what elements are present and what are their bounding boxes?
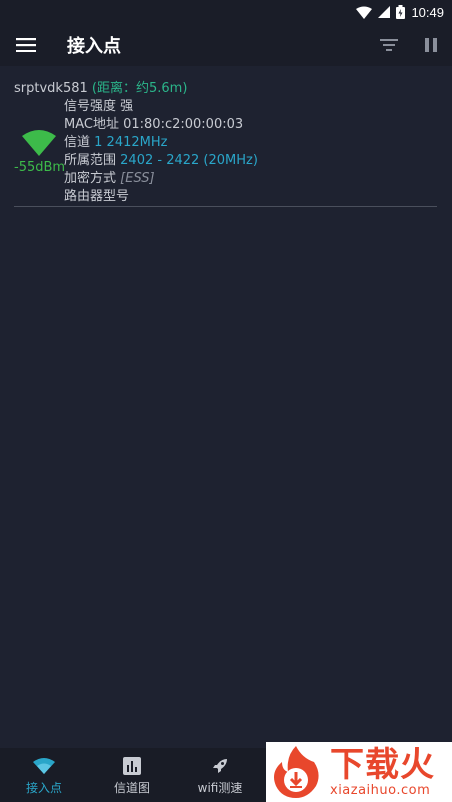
bar-chart-icon: [123, 756, 141, 775]
channel-value: 1 2412MHz: [94, 135, 168, 150]
range-row: 所属范围 2402 - 2422 (20MHz): [64, 152, 258, 170]
status-bar: 10:49: [0, 0, 452, 24]
mac-value: 01:80:c2:00:00:03: [123, 117, 244, 132]
pause-icon: [425, 38, 437, 52]
signal-column: -55dBm: [14, 130, 66, 175]
signal-strength-value: 强: [120, 99, 134, 114]
page-title: 接入点: [67, 36, 121, 57]
ad-text: 下载火 xiazaihuo.com: [330, 746, 435, 798]
nav-item-wifi-speed[interactable]: wifi测速: [176, 748, 264, 802]
rocket-icon: [213, 758, 227, 773]
signal-strength-label: 信号强度: [64, 99, 117, 114]
filter-icon: [380, 39, 398, 51]
signal-strength-row: 信号强度 强: [64, 98, 258, 116]
nav-label-access-points: 接入点: [25, 780, 62, 795]
filter-button[interactable]: [368, 24, 410, 66]
range-value: 2402 - 2422 (20MHz): [120, 153, 258, 168]
ad-brand-cn: 下载火: [330, 745, 435, 785]
app-bar: 接入点: [0, 24, 452, 66]
encryption-label: 加密方式: [64, 171, 117, 186]
ssid-line: srptvdk581 (距离：约5.6m): [14, 80, 187, 98]
mac-label: MAC地址: [64, 117, 119, 132]
flame-logo-icon: [274, 746, 319, 798]
ad-banner[interactable]: 下载火 xiazaihuo.com: [266, 742, 452, 802]
nav-label-channel-graph: 信道图: [113, 780, 150, 795]
mac-row: MAC地址 01:80:c2:00:00:03: [64, 116, 258, 134]
nav-item-channel-graph[interactable]: 信道图: [88, 748, 176, 802]
router-model-label: 路由器型号: [64, 189, 130, 204]
distance: (距离：约5.6m): [91, 81, 188, 96]
wifi-status-icon: [356, 6, 373, 19]
access-point-item[interactable]: srptvdk581 (距离：约5.6m) -55dBm 信号强度 强 MAC地…: [14, 80, 437, 207]
wifi-signal-icon: [22, 130, 56, 156]
router-model-row: 路由器型号: [64, 188, 258, 206]
range-label: 所属范围: [64, 153, 117, 168]
pause-button[interactable]: [410, 24, 452, 66]
encryption-row: 加密方式 [ESS]: [64, 170, 258, 188]
channel-label: 信道: [64, 135, 91, 150]
ap-details: 信号强度 强 MAC地址 01:80:c2:00:00:03 信道 1 2412…: [64, 98, 258, 206]
status-time: 10:49: [411, 4, 444, 20]
nav-label-wifi-speed: wifi测速: [197, 780, 243, 795]
wifi-icon: [33, 757, 55, 774]
hamburger-menu-icon: [16, 38, 36, 52]
nav-item-access-points[interactable]: 接入点: [0, 748, 88, 802]
ssid: srptvdk581: [14, 81, 88, 96]
channel-row: 信道 1 2412MHz: [64, 134, 258, 152]
menu-button[interactable]: [0, 24, 52, 66]
cell-signal-icon: [378, 6, 391, 18]
battery-icon: [396, 5, 406, 19]
encryption-value: [ESS]: [120, 171, 155, 186]
signal-dbm: -55dBm: [14, 160, 66, 175]
ad-brand-en: xiazaihuo.com: [330, 783, 431, 798]
